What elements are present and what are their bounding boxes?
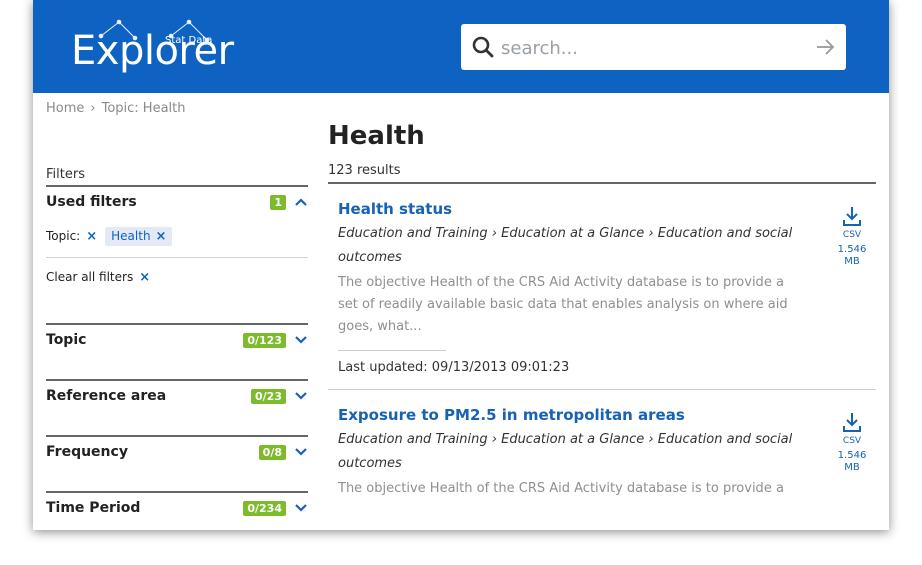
used-filters-count-badge: 1	[270, 194, 286, 210]
breadcrumb: Home › Topic: Health	[46, 101, 186, 116]
result-item: Exposure to PM2.5 in metropolitan areas …	[328, 390, 876, 500]
page-title: Health	[328, 121, 425, 151]
facet-reference-area-header[interactable]: Reference area 0/23	[46, 381, 308, 411]
used-filters-label: Used filters	[46, 194, 137, 210]
download-icon	[843, 207, 861, 226]
result-title-link[interactable]: Exposure to PM2.5 in metropolitan areas	[338, 402, 806, 428]
filters-sidebar: Filters Used filters 1 Topic: × Health ×…	[46, 160, 308, 523]
facet-time-period: Time Period 0/234	[46, 491, 308, 523]
facet-count-badge: 0/23	[251, 388, 286, 404]
chevron-up-icon[interactable]	[294, 197, 308, 207]
download-format: CSV	[842, 436, 862, 446]
facet-count-badge: 0/123	[243, 332, 286, 348]
result-category-path: Education and Training › Education at a …	[338, 226, 793, 265]
logo-subtitle: Stat Data	[165, 35, 213, 46]
facet-frequency: Frequency 0/8	[46, 435, 308, 491]
filter-chip-health[interactable]: Health ×	[105, 226, 173, 246]
facet-topic-header[interactable]: Topic 0/123	[46, 325, 308, 355]
clear-all-filters[interactable]: Clear all filters ×	[46, 264, 308, 290]
facet-frequency-header[interactable]: Frequency 0/8	[46, 437, 308, 467]
facet-label: Time Period	[46, 500, 141, 516]
result-description: The objective Health of the CRS Aid Acti…	[338, 275, 788, 334]
clear-all-filters-label: Clear all filters	[46, 270, 134, 284]
result-title-link[interactable]: Health status	[338, 196, 806, 222]
chevron-down-icon[interactable]	[294, 335, 308, 345]
arrow-right-icon[interactable]	[814, 36, 836, 58]
result-item: Health status Education and Training › E…	[328, 184, 876, 385]
used-filter-topic-row: Topic: × Health ×	[46, 223, 308, 249]
used-filters-header[interactable]: Used filters 1	[46, 187, 308, 217]
used-filter-topic-label: Topic:	[46, 229, 81, 243]
search-icon[interactable]	[471, 35, 495, 59]
facet-count-badge: 0/234	[243, 500, 286, 516]
remove-topic-filter-icon[interactable]: ×	[86, 229, 97, 244]
result-last-updated: Last updated: 09/13/2013 09:01:23	[338, 360, 570, 375]
results-main: Health 123 results Health status Educati…	[328, 118, 876, 500]
breadcrumb-current: Topic: Health	[101, 101, 186, 116]
chevron-down-icon[interactable]	[294, 503, 308, 513]
used-filters-panel: Used filters 1 Topic: × Health × Clear a…	[46, 185, 308, 323]
chevron-down-icon[interactable]	[294, 391, 308, 401]
download-size: 1.546 MB	[837, 450, 867, 473]
search-box[interactable]	[461, 24, 846, 70]
download-csv-button[interactable]: CSV 1.546 MB	[834, 412, 870, 474]
clear-all-icon[interactable]: ×	[139, 270, 150, 285]
facet-label: Reference area	[46, 388, 167, 404]
download-format: CSV	[842, 230, 862, 240]
result-category-path: Education and Training › Education at a …	[338, 432, 793, 471]
facet-reference-area: Reference area 0/23	[46, 379, 308, 435]
facet-time-period-header[interactable]: Time Period 0/234	[46, 493, 308, 523]
result-description: The objective Health of the CRS Aid Acti…	[338, 481, 784, 496]
chevron-down-icon[interactable]	[294, 447, 308, 457]
search-input[interactable]	[499, 32, 803, 64]
breadcrumb-separator: ›	[90, 101, 96, 116]
download-icon	[843, 413, 861, 432]
filters-title: Filters	[46, 167, 85, 182]
header: Explorer Stat Data	[33, 0, 889, 93]
logo[interactable]: Explorer Stat Data	[71, 14, 234, 84]
results-count: 123 results	[328, 163, 401, 178]
facet-count-badge: 0/8	[258, 444, 286, 460]
remove-chip-icon[interactable]: ×	[156, 229, 167, 244]
download-size: 1.546 MB	[837, 244, 867, 267]
facet-label: Topic	[46, 332, 87, 348]
app-window: Explorer Stat Data Home › Topic: Health Fi…	[33, 0, 889, 530]
filter-chip-label: Health	[111, 229, 151, 243]
download-csv-button[interactable]: CSV 1.546 MB	[834, 206, 870, 268]
facet-topic: Topic 0/123	[46, 323, 308, 379]
breadcrumb-home[interactable]: Home	[46, 101, 84, 116]
divider	[46, 257, 308, 258]
facet-label: Frequency	[46, 444, 128, 460]
